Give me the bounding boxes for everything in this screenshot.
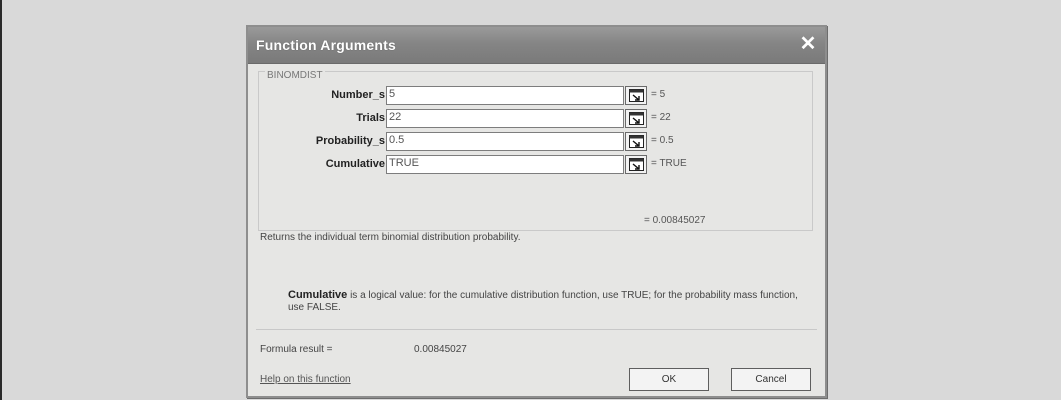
trials-input[interactable]: 22: [386, 109, 624, 128]
close-icon[interactable]: ✕: [797, 33, 819, 55]
divider: [256, 329, 817, 330]
argument-help: Cumulative is a logical value: for the c…: [288, 289, 808, 314]
argument-label: Trials: [356, 112, 385, 124]
collapse-dialog-button[interactable]: [625, 155, 647, 174]
collapse-dialog-icon: [629, 135, 644, 148]
function-description: Returns the individual term binomial dis…: [260, 232, 521, 243]
argument-result: = TRUE: [651, 158, 687, 169]
collapse-dialog-button[interactable]: [625, 109, 647, 128]
function-name: BINOMDIST: [265, 70, 325, 81]
title-bar[interactable]: Function Arguments ✕: [248, 27, 825, 64]
formula-result-label: Formula result =: [260, 344, 333, 355]
collapse-dialog-icon: [629, 89, 644, 102]
argument-row-trials: Trials 22 = 22: [259, 109, 812, 129]
argument-label: Number_s: [331, 89, 385, 101]
cumulative-input[interactable]: TRUE: [386, 155, 624, 174]
result-preview: = 0.00845027: [644, 215, 706, 226]
number-s-input[interactable]: 5: [386, 86, 624, 105]
collapse-dialog-button[interactable]: [625, 86, 647, 105]
argument-result: = 22: [651, 112, 671, 123]
function-arguments-dialog: Function Arguments ✕ BINOMDIST Number_s …: [246, 25, 827, 398]
argument-help-name: Cumulative: [288, 289, 348, 301]
dialog-title: Function Arguments: [256, 37, 396, 53]
collapse-dialog-button[interactable]: [625, 132, 647, 151]
ok-button[interactable]: OK: [629, 368, 709, 391]
collapse-dialog-icon: [629, 112, 644, 125]
argument-label: Probability_s: [315, 135, 385, 147]
formula-result-value: 0.00845027: [414, 344, 467, 355]
arguments-group: BINOMDIST Number_s 5 = 5 Trials 22 = 22 …: [258, 70, 813, 231]
help-on-function-link[interactable]: Help on this function: [260, 374, 351, 385]
argument-row-probability-s: Probability_s 0.5 = 0.5: [259, 132, 812, 152]
argument-help-text: is a logical value: for the cumulative d…: [288, 290, 798, 313]
argument-label: Cumulative: [325, 158, 385, 170]
collapse-dialog-icon: [629, 158, 644, 171]
argument-row-number-s: Number_s 5 = 5: [259, 86, 812, 106]
argument-row-cumulative: Cumulative TRUE = TRUE: [259, 155, 812, 175]
cancel-button[interactable]: Cancel: [731, 368, 811, 391]
argument-result: = 5: [651, 89, 666, 100]
argument-result: = 0.5: [651, 135, 674, 146]
probability-s-input[interactable]: 0.5: [386, 132, 624, 151]
